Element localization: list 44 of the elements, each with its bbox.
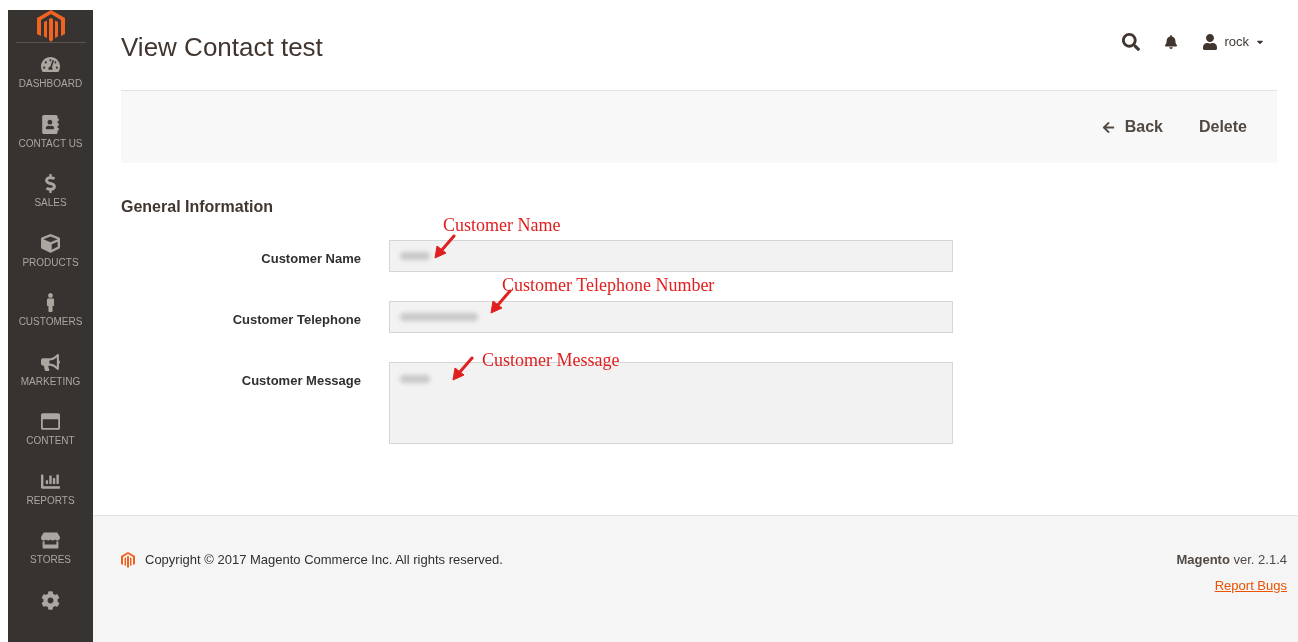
field-label: Customer Message — [240, 372, 362, 390]
sidebar-item[interactable]: CONTENT — [26, 433, 75, 448]
arrow-left-icon — [1101, 120, 1115, 134]
version-text: Magento ver. 2.1.4 — [1176, 551, 1287, 569]
annotation-label: Customer Name — [443, 214, 561, 237]
sidebar-item[interactable]: CUSTOMERS — [18, 314, 83, 329]
annotation-label: Customer Message — [482, 349, 620, 372]
annotation-label: Customer Telephone Number — [502, 274, 715, 297]
box-icon[interactable] — [41, 233, 60, 253]
page-title: View Contact test — [121, 30, 323, 64]
settings-icon[interactable] — [41, 590, 60, 610]
back-button[interactable]: Back — [1101, 115, 1163, 139]
blurred-value — [400, 252, 430, 260]
user-icon — [1202, 34, 1219, 50]
bell-icon[interactable] — [1164, 35, 1179, 49]
megaphone-icon[interactable] — [41, 352, 60, 372]
blurred-value — [400, 375, 430, 383]
storefront-icon[interactable] — [41, 531, 60, 550]
section-title: General Information — [121, 197, 275, 217]
sidebar-item[interactable]: REPORTS — [26, 492, 75, 508]
sidebar-item[interactable]: STORES — [30, 552, 71, 567]
copyright-text: Copyright © 2017 Magento Commerce Inc. All rights reserved. — [145, 551, 503, 570]
logo-icon — [36, 10, 65, 42]
field-label: Customer Telephone — [231, 311, 362, 329]
logo-icon — [121, 552, 135, 568]
sidebar-item[interactable]: PRODUCTS — [22, 254, 79, 270]
arrow-icon — [433, 234, 457, 260]
arrow-icon — [451, 356, 475, 382]
user-menu[interactable]: rock — [1202, 32, 1265, 52]
gauge-icon[interactable] — [41, 55, 60, 74]
report-bugs-link[interactable]: Report Bugs — [1214, 575, 1287, 595]
layout-icon[interactable] — [41, 412, 60, 431]
delete-button[interactable]: Delete — [1198, 115, 1247, 139]
arrow-icon — [489, 289, 513, 315]
bar-chart-icon[interactable] — [41, 471, 60, 491]
input-field[interactable] — [389, 301, 953, 333]
field-label: Customer Name — [260, 250, 362, 268]
sidebar-item[interactable]: SALES — [34, 195, 67, 210]
sidebar-item[interactable]: MARKETING — [20, 373, 81, 389]
address-book-icon[interactable] — [41, 114, 60, 134]
sidebar-item[interactable]: CONTACT US — [18, 135, 83, 151]
sidebar-item[interactable]: DASHBOARD — [18, 76, 83, 91]
input-field[interactable] — [389, 240, 953, 272]
search-icon[interactable] — [1122, 33, 1141, 51]
